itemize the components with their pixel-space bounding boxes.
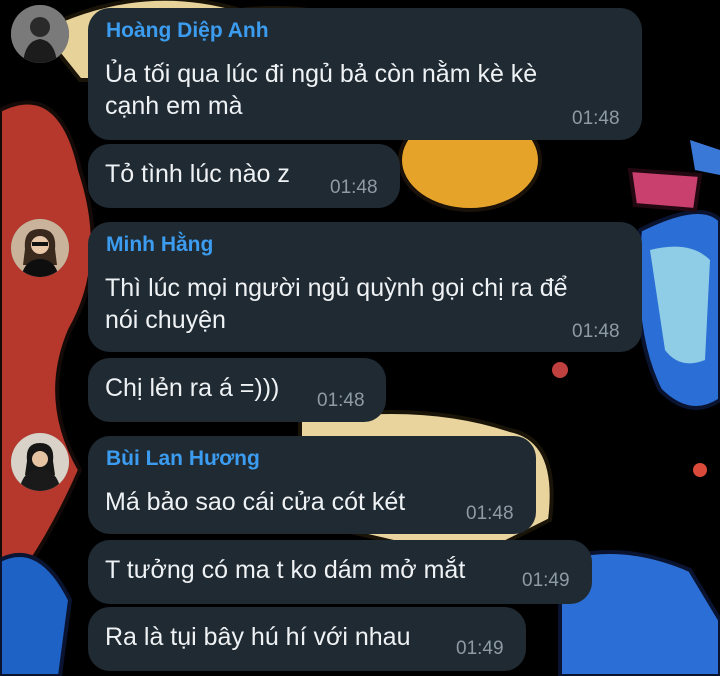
message-bubble[interactable]: Minh Hằng Thì lúc mọi người ngủ quỳnh gọ… [88, 222, 642, 352]
message-bubble[interactable]: Bùi Lan Hương Má bảo sao cái cửa cót két… [88, 436, 536, 534]
message-text: Ra là tụi bây hú hí với nhau [105, 623, 411, 651]
sender-name[interactable]: Hoàng Diệp Anh [106, 19, 269, 43]
message-time: 01:48 [317, 390, 365, 411]
user-avatar[interactable] [11, 219, 69, 277]
message-bubble[interactable]: Ra là tụi bây hú hí với nhau 01:49 [88, 607, 526, 671]
message-time: 01:48 [330, 177, 378, 198]
message-text: T tưởng có ma t ko dám mở mắt [105, 556, 466, 584]
message-time: 01:49 [456, 638, 504, 659]
message-text: Ủa tối qua lúc đi ngủ bả còn nằm kè kè c… [105, 60, 538, 120]
message-text: Má bảo sao cái cửa cót két [105, 488, 406, 516]
message-text: Chị lẻn ra á =))) [105, 374, 280, 402]
message-text: Tỏ tình lúc nào z [105, 160, 290, 188]
message-time: 01:48 [466, 503, 514, 524]
sender-name[interactable]: Minh Hằng [106, 233, 213, 257]
user-avatar[interactable] [11, 433, 69, 491]
message-bubble[interactable]: Hoàng Diệp Anh Ủa tối qua lúc đi ngủ bả … [88, 8, 642, 140]
message-bubble[interactable]: T tưởng có ma t ko dám mở mắt 01:49 [88, 540, 592, 604]
message-text: Thì lúc mọi người ngủ quỳnh gọi chị ra đ… [105, 274, 568, 334]
message-bubble[interactable]: Chị lẻn ra á =))) 01:48 [88, 358, 386, 422]
user-avatar[interactable] [11, 5, 69, 63]
message-time: 01:49 [522, 570, 570, 591]
sender-name[interactable]: Bùi Lan Hương [106, 447, 260, 471]
message-time: 01:48 [572, 108, 620, 129]
message-time: 01:48 [572, 321, 620, 342]
message-bubble[interactable]: Tỏ tình lúc nào z 01:48 [88, 144, 400, 208]
